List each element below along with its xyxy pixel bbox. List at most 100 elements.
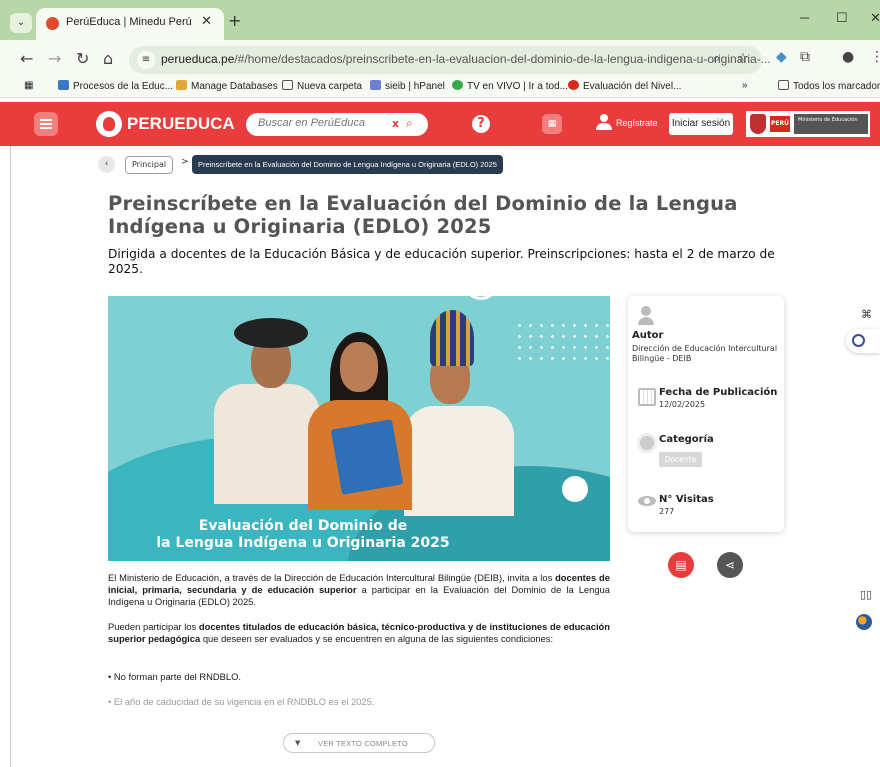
peru-label: PERÚ: [770, 116, 790, 132]
list-item: • El año de caducidad de su vigencia en …: [108, 696, 375, 707]
page-subtitle: Dirigida a docentes de la Educación Bási…: [108, 247, 775, 276]
page-title: Preinscríbete en la Evaluación del Domin…: [108, 192, 738, 238]
print-button[interactable]: ▤: [668, 552, 694, 578]
back-button[interactable]: ‹: [98, 156, 115, 173]
tab-title: PerúEduca | Minedu Perú: [66, 16, 192, 28]
reload-icon[interactable]: ↻: [76, 49, 89, 68]
search-icon[interactable]: ⌕: [406, 116, 413, 131]
site-search: x ⌕: [246, 113, 428, 136]
category-badge[interactable]: Docente: [659, 452, 702, 467]
play-icon: [452, 80, 463, 90]
register-link[interactable]: Regístrate: [616, 118, 658, 128]
author-icon: [641, 306, 651, 316]
home-icon[interactable]: ⌂: [103, 49, 113, 68]
perueduca-logo-icon[interactable]: [96, 111, 122, 137]
article-info-card: Autor Dirección de Educación Intercultur…: [628, 296, 784, 532]
tab-close-icon[interactable]: ✕: [201, 14, 212, 29]
chevron-down-icon: ▼: [295, 739, 301, 747]
bookmark-star-icon[interactable]: ☆: [737, 51, 749, 66]
url-text[interactable]: perueduca.pe/#/home/destacados/preinscri…: [161, 52, 771, 66]
book-shape: [330, 419, 404, 495]
page-divider: [10, 146, 11, 767]
hat-shape: [234, 318, 308, 348]
tab-search-icon[interactable]: ⌄: [10, 13, 32, 33]
extension-icon[interactable]: ◆: [776, 49, 787, 65]
puzzle-icon[interactable]: ⧉: [800, 49, 810, 65]
forward-arrow-icon[interactable]: →: [48, 49, 61, 68]
hamburger-menu-icon[interactable]: [34, 112, 58, 136]
ring-decoration: [464, 296, 498, 300]
kebab-menu-icon[interactable]: ⋮: [870, 49, 880, 65]
teacher-figure: [404, 406, 514, 516]
bookmark-item[interactable]: sieib | hPanel: [370, 80, 445, 92]
clear-search-icon[interactable]: x: [392, 117, 399, 130]
browser-toolbar: ← → ↻ ⌂ ≡ perueduca.pe/#/home/destacados…: [0, 40, 880, 78]
share-button[interactable]: ⋖: [717, 552, 743, 578]
browser-tab-bar: ⌄ PerúEduca | Minedu Perú ✕ + ─ ☐ ✕: [0, 0, 880, 40]
favicon-icon: [46, 17, 59, 30]
help-icon[interactable]: ?: [472, 115, 490, 133]
author-icon-body: [638, 317, 654, 325]
all-bookmarks-folder[interactable]: Todos los marcadores: [778, 80, 880, 92]
visits-label: N° Visitas: [659, 494, 714, 505]
folder-icon: [282, 80, 293, 90]
article-paragraph: Pueden participar los docentes titulados…: [108, 621, 611, 644]
bookmark-folder[interactable]: Nueva carpeta: [282, 80, 362, 92]
bookmark-favicon-icon: [568, 80, 579, 90]
chat-assistant-button[interactable]: [846, 329, 880, 353]
teacher-figure: [214, 384, 320, 504]
apps-menu-icon[interactable]: ▦: [542, 114, 562, 134]
search-input[interactable]: [258, 117, 388, 129]
profile-avatar-icon[interactable]: ●: [842, 49, 854, 65]
bookmark-favicon-icon: [370, 80, 381, 90]
zoom-icon[interactable]: ⌕: [713, 51, 720, 66]
new-tab-button[interactable]: +: [228, 11, 241, 30]
date-value: 12/02/2025: [659, 400, 706, 409]
lightbulb-icon: [640, 436, 654, 450]
coat-of-arms-icon: [750, 114, 766, 134]
bookmark-item[interactable]: Evaluación del Nivel...: [568, 80, 681, 92]
breadcrumb-home[interactable]: Principal: [125, 156, 174, 174]
read-more-button[interactable]: ▼ VER TEXTO COMPLETO: [283, 733, 435, 753]
site-info-icon[interactable]: ≡: [137, 51, 155, 69]
date-label: Fecha de Publicación: [659, 387, 778, 398]
article-paragraph: El Ministerio de Educación, a través de …: [108, 572, 610, 607]
language-globe-icon[interactable]: [856, 614, 872, 630]
dots-decoration: [514, 320, 610, 368]
folder-icon: [778, 80, 789, 90]
bookmark-item[interactable]: TV en VIVO | Ir a tod...: [452, 80, 568, 92]
address-bar[interactable]: ≡ perueduca.pe/#/home/destacados/preinsc…: [129, 46, 771, 74]
minimize-icon[interactable]: ─: [800, 10, 809, 25]
feather-crown-shape: [430, 310, 474, 366]
bookmark-item[interactable]: Manage Databases: [176, 80, 278, 92]
browser-tab[interactable]: PerúEduca | Minedu Perú ✕: [36, 8, 224, 40]
list-item: • No forman parte del RNDBLO.: [108, 671, 242, 682]
hero-image: Evaluación del Dominio de la Lengua Indí…: [108, 296, 610, 561]
bookmarks-bar: ▦ Procesos de la Educ... Manage Database…: [0, 78, 880, 98]
user-icon[interactable]: [596, 114, 612, 130]
circle-decoration: [562, 476, 588, 502]
apps-grid-icon[interactable]: ▦: [24, 80, 33, 91]
site-header: PERUEDUCA x ⌕ ? ▦ Regístrate Iniciar ses…: [0, 102, 880, 146]
bookmarks-overflow-icon[interactable]: »: [742, 80, 748, 91]
login-button[interactable]: Iniciar sesión: [669, 113, 733, 135]
back-arrow-icon[interactable]: ←: [20, 49, 33, 68]
breadcrumb-current: Preinscríbete en la Evaluación del Domin…: [192, 155, 503, 174]
author-value: Dirección de Educación Intercultural Bil…: [632, 344, 778, 363]
bookmark-favicon-icon: [176, 80, 187, 90]
accessibility-icon[interactable]: ⌘: [861, 308, 872, 321]
site-logo-text[interactable]: PERUEDUCA: [127, 114, 235, 134]
minedu-logo[interactable]: PERÚ Ministerio de Educación: [746, 111, 870, 137]
maximize-icon[interactable]: ☐: [836, 10, 848, 26]
reader-icon[interactable]: ▯▯: [860, 588, 872, 601]
bookmark-item[interactable]: Procesos de la Educ...: [58, 80, 173, 92]
calendar-icon: [638, 388, 656, 406]
eye-icon: [638, 496, 656, 506]
close-window-icon[interactable]: ✕: [870, 10, 880, 26]
category-label: Categoría: [659, 434, 714, 445]
hero-caption: Evaluación del Dominio de la Lengua Indí…: [156, 518, 450, 551]
ministry-label: Ministerio de Educación: [794, 114, 868, 134]
breadcrumb-separator: >: [181, 157, 189, 167]
author-label: Autor: [632, 330, 664, 341]
teacher-face: [340, 342, 378, 392]
